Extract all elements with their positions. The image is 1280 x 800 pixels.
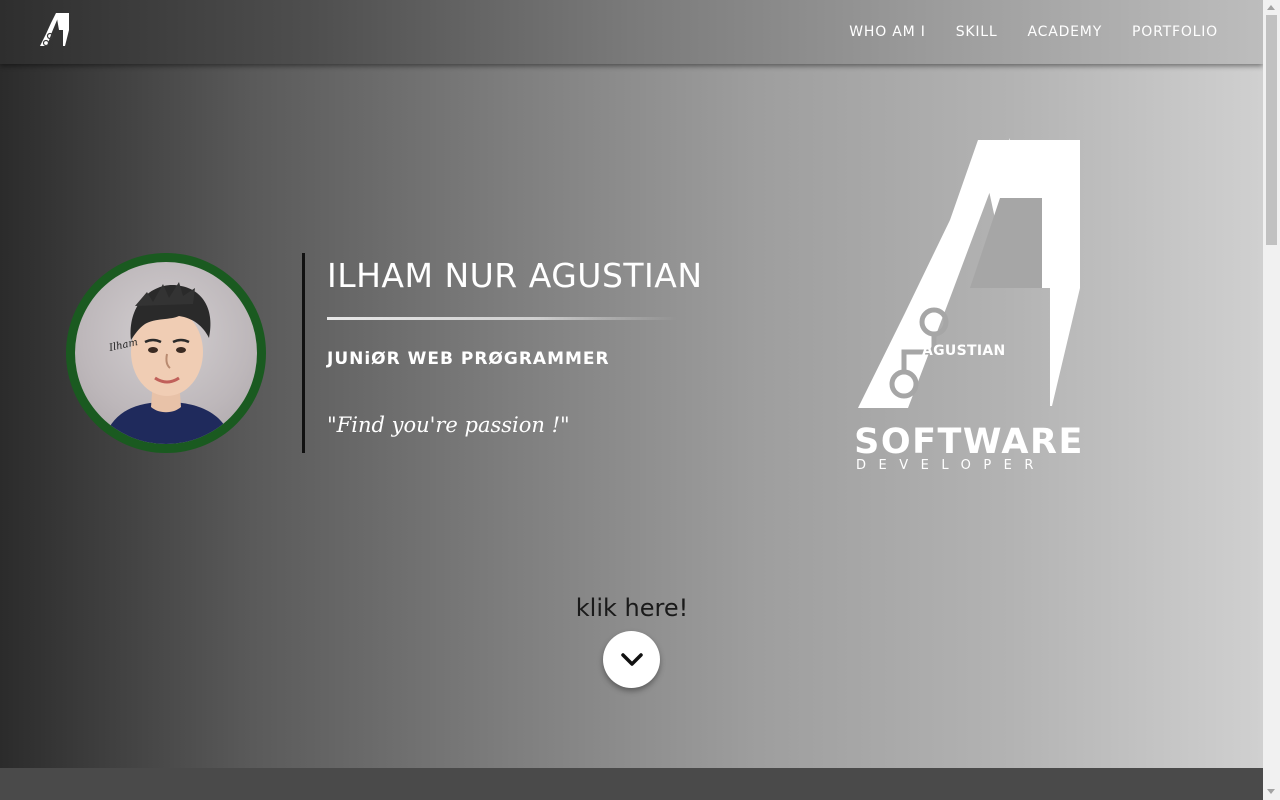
nav-menu: WHO AM I SKILL ACADEMY PORTFOLIO	[849, 0, 1218, 64]
page-viewport: Ilham ILHAM NUR AGUSTIAN JUNiØR WEB PRØG…	[0, 0, 1263, 800]
profile-vertical-divider	[302, 253, 305, 453]
brand-mark-text: AGUSTIAN	[922, 343, 1006, 359]
navbar: WHO AM I SKILL ACADEMY PORTFOLIO	[0, 0, 1263, 64]
profile-quote: "Find you're passion !"	[327, 413, 570, 437]
nav-item-skill[interactable]: SKILL	[956, 24, 998, 40]
brand-subtitle: DEVELOPER	[856, 458, 1046, 473]
hero-section: Ilham ILHAM NUR AGUSTIAN JUNiØR WEB PRØG…	[0, 0, 1263, 768]
name-divider	[327, 317, 677, 320]
profile-name: ILHAM NUR AGUSTIAN	[327, 256, 703, 295]
avatar-illustration	[103, 282, 233, 444]
site-logo-icon[interactable]	[38, 12, 72, 48]
brand-title: SOFTWARE	[854, 422, 1084, 462]
avatar-ring: Ilham	[66, 253, 266, 453]
nav-item-portfolio[interactable]: PORTFOLIO	[1132, 24, 1218, 40]
vertical-scrollbar[interactable]	[1263, 0, 1280, 800]
scrollbar-thumb[interactable]	[1266, 15, 1277, 245]
chevron-down-icon	[620, 652, 643, 666]
profile-role: JUNiØR WEB PRØGRAMMER	[327, 349, 610, 369]
next-section-edge	[0, 768, 1263, 800]
scroll-up-arrow-icon[interactable]	[1267, 5, 1275, 10]
avatar: Ilham	[75, 262, 257, 444]
nav-item-who-am-i[interactable]: WHO AM I	[849, 24, 925, 40]
nav-item-academy[interactable]: ACADEMY	[1028, 24, 1103, 40]
scroll-down-button[interactable]	[603, 631, 660, 688]
scroll-down-arrow-icon[interactable]	[1267, 789, 1275, 794]
cta-label: klik here!	[575, 594, 689, 622]
